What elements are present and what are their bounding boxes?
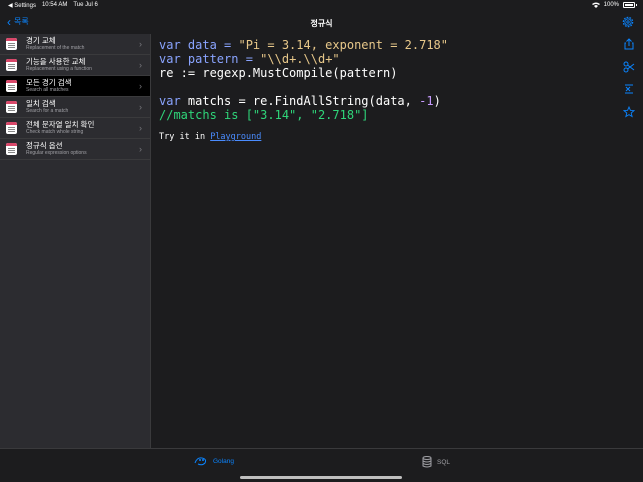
code-string: "\\d+.\\d+" [260, 52, 340, 66]
chevron-right-icon: › [139, 144, 142, 154]
navigation-bar: ‹ 목록 정규식 [0, 12, 643, 34]
code-comment: //matchs is ["3.14", "2.718"] [159, 108, 369, 122]
document-icon [6, 143, 17, 155]
sidebar-item-title: 모든 경기 검색 [26, 77, 72, 87]
sidebar-item-title: 전체 문자열 일치 확인 [26, 119, 95, 129]
chevron-right-icon: › [139, 102, 142, 112]
chevron-right-icon: › [139, 39, 142, 49]
status-bar: ◀ Settings 10:54 AM Tue Jul 6 100% [0, 0, 643, 12]
chevron-right-icon: › [139, 81, 142, 91]
tab-bar: Golang SQL [0, 448, 643, 482]
sidebar-item-replace-function[interactable]: 기능을 사용한 교체 Replacement using a function … [0, 55, 150, 76]
sidebar-item-subtitle: Regular expression options [26, 150, 87, 157]
sidebar-item-search-match[interactable]: 일치 검색 Search for a match › [0, 97, 150, 118]
code-block: var data = "Pi = 3.14, exponent = 2.718"… [159, 38, 448, 122]
code-keyword: var [159, 52, 181, 66]
sidebar-item-subtitle: Replacement using a function [26, 66, 92, 73]
sidebar-item-subtitle: Replacement of the match [26, 45, 85, 52]
code-identifier: data = [180, 38, 239, 52]
database-icon [422, 456, 432, 468]
chevron-right-icon: › [139, 123, 142, 133]
try-it-line: Try it in Playground [159, 132, 261, 142]
wifi-icon [591, 2, 600, 8]
sidebar-item-search-all[interactable]: 모든 경기 검색 Search all matches › [0, 76, 150, 97]
gear-icon[interactable] [621, 15, 635, 29]
home-indicator[interactable] [240, 476, 402, 479]
sidebar-item-subtitle: Search for a match [26, 108, 69, 115]
cut-icon[interactable] [623, 61, 635, 73]
sidebar-item-title: 경기 교체 [26, 35, 56, 45]
status-date: Tue Jul 6 [73, 2, 98, 8]
star-icon[interactable] [623, 106, 635, 118]
tab-sql[interactable]: SQL [422, 456, 450, 468]
document-icon [6, 80, 17, 92]
page-title: 정규식 [310, 19, 333, 28]
tab-label: SQL [437, 458, 451, 466]
tab-golang[interactable]: Golang [194, 456, 234, 466]
document-icon [6, 101, 17, 113]
sidebar-item-subtitle: Search all matches [26, 87, 69, 94]
sidebar: 경기 교체 Replacement of the match › 기능을 사용한… [0, 34, 151, 448]
try-prefix: Try it in [159, 132, 211, 142]
tab-label: Golang [213, 457, 234, 465]
code-identifier: matchs = re.FindAllString(data, [180, 94, 420, 108]
document-icon [6, 59, 17, 71]
document-icon [6, 38, 17, 50]
sidebar-item-title: 기능을 사용한 교체 [26, 56, 86, 66]
code-punct: ) [433, 94, 441, 108]
document-icon [6, 122, 17, 134]
sidebar-item-regex-options[interactable]: 정규식 옵션 Regular expression options › [0, 139, 150, 160]
battery-icon [623, 2, 637, 8]
sidebar-item-subtitle: Check match whole string [26, 129, 84, 136]
code-identifier: pattern = [180, 52, 261, 66]
code-keyword: var [159, 38, 181, 52]
code-keyword: var [159, 94, 181, 108]
chevron-right-icon: › [139, 60, 142, 70]
status-time: 10:54 AM [41, 2, 68, 8]
playground-link[interactable]: Playground [210, 132, 261, 142]
sort-icon[interactable] [623, 83, 635, 95]
code-number: -1 [419, 94, 434, 108]
sidebar-item-replace-match[interactable]: 경기 교체 Replacement of the match › [0, 34, 150, 55]
code-view: var data = "Pi = 3.14, exponent = 2.718"… [152, 34, 643, 448]
sidebar-item-title: 일치 검색 [26, 98, 56, 108]
code-string: "Pi = 3.14, exponent = 2.718" [238, 38, 448, 52]
share-icon[interactable] [623, 38, 635, 50]
golang-icon [194, 457, 207, 466]
code-line: re := regexp.MustCompile(pattern) [159, 66, 398, 80]
battery-percent: 100% [603, 2, 619, 8]
back-to-settings[interactable]: ◀ Settings [8, 2, 36, 9]
sidebar-item-title: 정규식 옵션 [26, 140, 63, 150]
sidebar-item-whole-string[interactable]: 전체 문자열 일치 확인 Check match whole string › [0, 118, 150, 139]
